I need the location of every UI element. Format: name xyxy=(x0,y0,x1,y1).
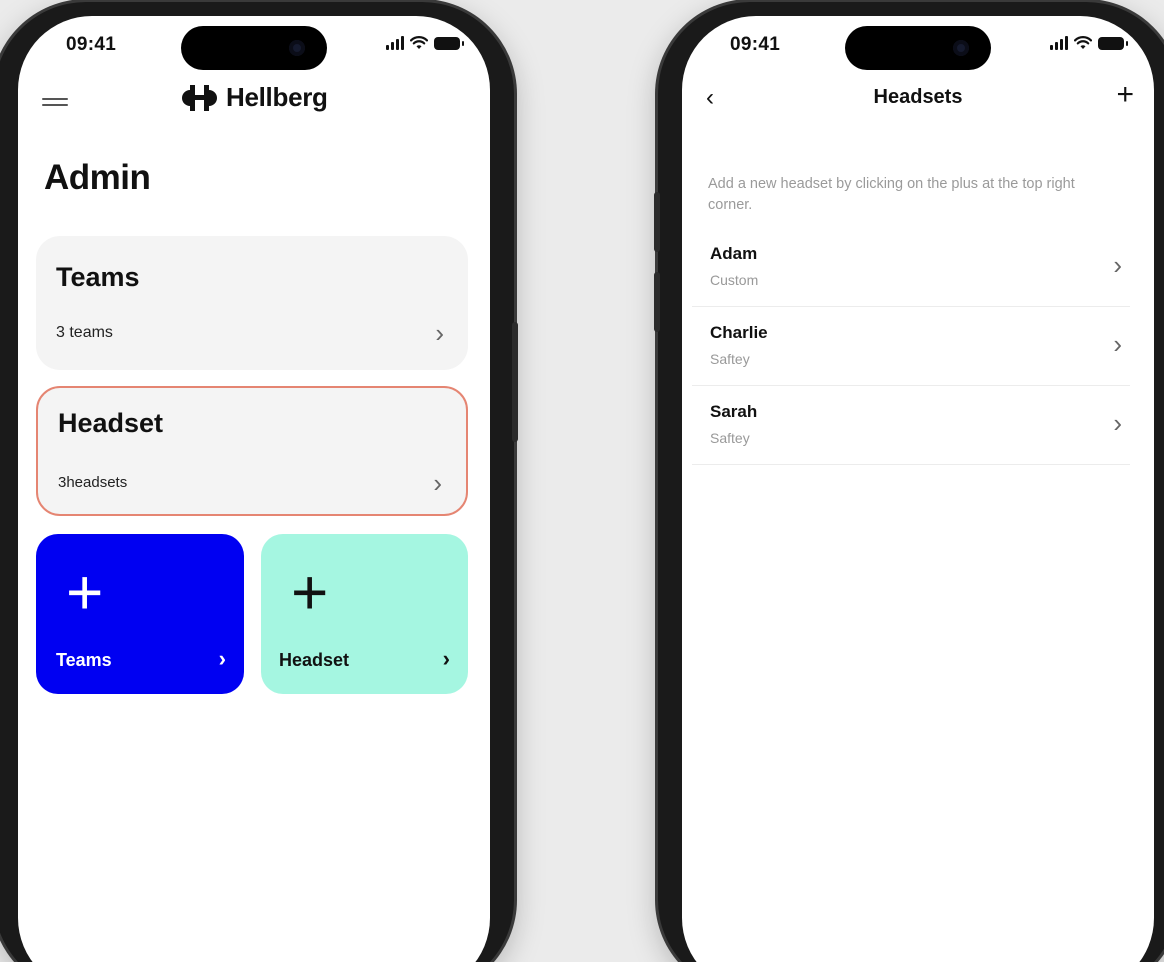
card-title: Teams xyxy=(56,262,140,292)
add-team-tile[interactable]: + Teams › xyxy=(36,534,244,694)
teams-card[interactable]: Teams 3 teams › xyxy=(36,236,468,370)
wifi-icon xyxy=(410,36,428,49)
list-item[interactable]: Adam Custom › xyxy=(692,228,1130,307)
signal-icon xyxy=(386,36,404,50)
phone-frame-admin: 09:41 Hellberg Admin Teams 3 teams › Hea… xyxy=(0,2,518,962)
volume-up-button xyxy=(654,192,660,252)
battery-icon xyxy=(434,36,464,50)
chevron-right-icon: › xyxy=(1113,250,1122,280)
menu-icon[interactable] xyxy=(42,98,68,110)
chevron-right-icon: › xyxy=(435,318,444,348)
card-title: Headset xyxy=(58,408,164,438)
hellberg-logo-icon xyxy=(182,84,217,111)
dynamic-island xyxy=(181,26,327,70)
card-count: 3headsets xyxy=(58,474,128,491)
phone-frame-headsets: 09:41 ‹ Headsets + Add a new headset by … xyxy=(654,2,1164,962)
headset-list: Adam Custom › Charlie Saftey › Sarah Saf… xyxy=(692,228,1154,465)
tile-label: Teams xyxy=(56,650,112,670)
dynamic-island xyxy=(845,26,991,70)
add-headset-tile[interactable]: + Headset › xyxy=(261,534,468,694)
headset-name: Charlie xyxy=(710,323,768,342)
plus-icon: + xyxy=(291,556,329,628)
admin-screen: 09:41 Hellberg Admin Teams 3 teams › Hea… xyxy=(18,16,490,962)
status-time: 09:41 xyxy=(66,34,117,55)
brand-logo: Hellberg xyxy=(178,82,328,113)
chevron-right-icon: › xyxy=(218,646,226,671)
status-icons xyxy=(386,36,464,50)
signal-icon xyxy=(1050,36,1068,50)
list-item[interactable]: Charlie Saftey › xyxy=(692,307,1130,386)
headset-type: Saftey xyxy=(710,351,750,367)
helper-text: Add a new headset by clicking on the plu… xyxy=(708,176,1075,213)
status-time: 09:41 xyxy=(730,34,781,55)
headset-type: Custom xyxy=(710,272,759,288)
card-count: 3 teams xyxy=(56,324,113,341)
list-item[interactable]: Sarah Saftey › xyxy=(692,386,1130,465)
volume-down-button xyxy=(654,272,660,332)
camera-icon xyxy=(953,40,969,56)
page-title: Admin xyxy=(44,158,151,197)
headset-name: Adam xyxy=(710,244,758,263)
headset-name: Sarah xyxy=(710,402,758,421)
chevron-right-icon: › xyxy=(442,646,450,671)
headsets-screen: 09:41 ‹ Headsets + Add a new headset by … xyxy=(682,16,1154,962)
battery-icon xyxy=(1098,36,1128,50)
page-title: Headsets xyxy=(873,86,963,108)
add-headset-button[interactable]: + xyxy=(1116,78,1134,112)
camera-icon xyxy=(289,40,305,56)
plus-icon: + xyxy=(66,556,104,628)
chevron-right-icon: › xyxy=(433,468,442,498)
headset-card[interactable]: Headset 3headsets › xyxy=(36,386,468,516)
chevron-right-icon: › xyxy=(1113,329,1122,359)
brand-name: Hellberg xyxy=(226,82,328,112)
wifi-icon xyxy=(1074,36,1092,49)
power-button xyxy=(512,322,518,442)
headset-type: Saftey xyxy=(710,430,750,446)
status-icons xyxy=(1050,36,1128,50)
tile-label: Headset xyxy=(279,650,350,670)
chevron-right-icon: › xyxy=(1113,408,1122,438)
